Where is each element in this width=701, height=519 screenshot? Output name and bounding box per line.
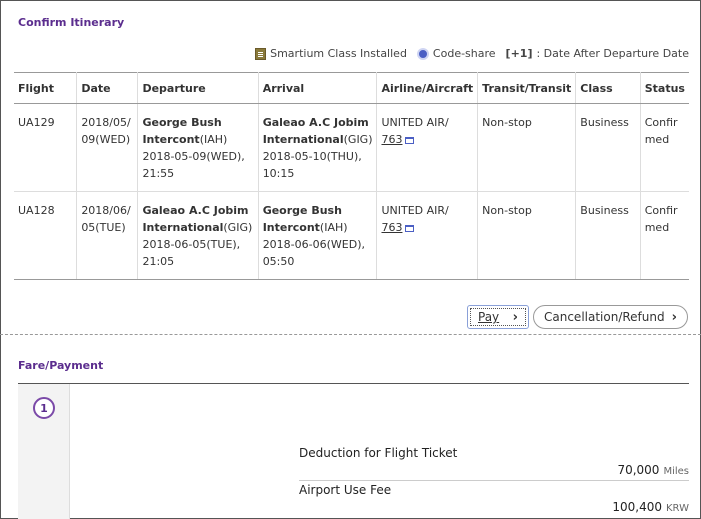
legend: Smartium Class Installed Code-share [+1]… <box>255 47 689 60</box>
departure-cell: George Bush Intercont(IAH) 2018-05-09(WE… <box>137 103 259 192</box>
departure-time: 2018-05-09(WED), 21:55 <box>142 150 245 180</box>
chevron-right-icon: › <box>671 309 677 325</box>
departure-code: (IAH) <box>199 133 228 146</box>
legend-smartium: Smartium Class Installed <box>255 47 407 60</box>
flight-date: 2018/06/05(TUE) <box>76 191 139 280</box>
departure-code: (GIG) <box>223 221 253 234</box>
fee-unit: KRW <box>666 503 689 514</box>
fee-unit: Miles <box>663 466 689 477</box>
col-date: Date <box>76 72 139 104</box>
col-transit: Transit/Transit <box>477 72 577 104</box>
airline-cell: UNITED AIR/ 763 <box>376 103 479 192</box>
arrival-cell: Galeao A.C Jobim International(GIG) 2018… <box>258 103 378 192</box>
fee-divider <box>299 480 689 481</box>
arrival-code: (IAH) <box>319 221 348 234</box>
arrival-time: 2018-05-10(THU), 10:15 <box>262 150 362 180</box>
popup-window-icon[interactable] <box>405 136 415 144</box>
flight-date: 2018/05/09(WED) <box>76 103 139 192</box>
col-airline: Airline/Aircraft <box>376 72 479 104</box>
airline-name: UNITED AIR/ <box>381 204 449 217</box>
status-cell: Confirmed <box>640 191 689 280</box>
smartium-seat-icon <box>255 47 267 60</box>
fare-divider <box>18 383 689 384</box>
airline-name: UNITED AIR/ <box>381 116 449 129</box>
step-number-badge: 1 <box>33 397 55 419</box>
departure-time: 2018-06-05(TUE), 21:05 <box>142 238 241 268</box>
pay-button[interactable]: Pay › <box>467 305 529 329</box>
arrival-time: 2018-06-06(WED), 05:50 <box>262 238 365 268</box>
pay-button-label: Pay <box>478 310 500 324</box>
codeshare-icon <box>416 47 429 60</box>
col-class: Class <box>575 72 641 104</box>
fee-label: Deduction for Flight Ticket <box>299 446 458 460</box>
transit-cell: Non-stop <box>477 191 577 280</box>
fee-amount: 100,400 <box>612 500 662 514</box>
legend-plus1-text: : Date After Departure Date <box>536 47 689 60</box>
fee-amount: 70,000 <box>617 463 660 477</box>
cancellation-refund-label: Cancellation/Refund <box>544 310 665 324</box>
itinerary-table: Flight Date Departure Arrival Airline/Ai… <box>14 72 689 280</box>
legend-smartium-label: Smartium Class Installed <box>270 47 407 60</box>
section-divider <box>0 334 701 335</box>
legend-plus1-tag: [+1] <box>505 47 533 60</box>
chevron-right-icon: › <box>512 309 518 325</box>
itinerary-title: Confirm Itinerary <box>18 16 125 29</box>
fee-value: 100,400 KRW <box>612 500 689 514</box>
arrival-cell: George Bush Intercont(IAH) 2018-06-06(WE… <box>258 191 378 280</box>
col-departure: Departure <box>137 72 259 104</box>
fare-title: Fare/Payment <box>18 359 104 372</box>
cancellation-refund-button[interactable]: Cancellation/Refund › <box>533 305 688 329</box>
flight-number: UA128 <box>14 191 78 280</box>
aircraft-link[interactable]: 763 <box>381 221 402 234</box>
table-row: UA129 2018/05/09(WED) George Bush Interc… <box>14 103 689 192</box>
departure-cell: Galeao A.C Jobim International(GIG) 2018… <box>137 191 259 280</box>
legend-codeshare-label: Code-share <box>432 47 496 60</box>
legend-codeshare: Code-share <box>416 47 496 60</box>
col-status: Status <box>640 72 689 104</box>
legend-plus1: [+1] : Date After Departure Date <box>506 47 689 60</box>
col-arrival: Arrival <box>258 72 378 104</box>
table-row: UA128 2018/06/05(TUE) Galeao A.C Jobim I… <box>14 191 689 280</box>
popup-window-icon[interactable] <box>405 224 415 232</box>
class-cell: Business <box>575 191 641 280</box>
fee-value: 70,000 Miles <box>617 463 689 477</box>
fee-label: Airport Use Fee <box>299 483 392 497</box>
flight-number: UA129 <box>14 103 78 192</box>
aircraft-link[interactable]: 763 <box>381 133 402 146</box>
status-cell: Confirmed <box>640 103 689 192</box>
transit-cell: Non-stop <box>477 103 577 192</box>
arrival-code: (GIG) <box>343 133 373 146</box>
airline-cell: UNITED AIR/ 763 <box>376 191 479 280</box>
table-header: Flight Date Departure Arrival Airline/Ai… <box>14 72 689 104</box>
col-flight: Flight <box>14 72 78 104</box>
class-cell: Business <box>575 103 641 192</box>
